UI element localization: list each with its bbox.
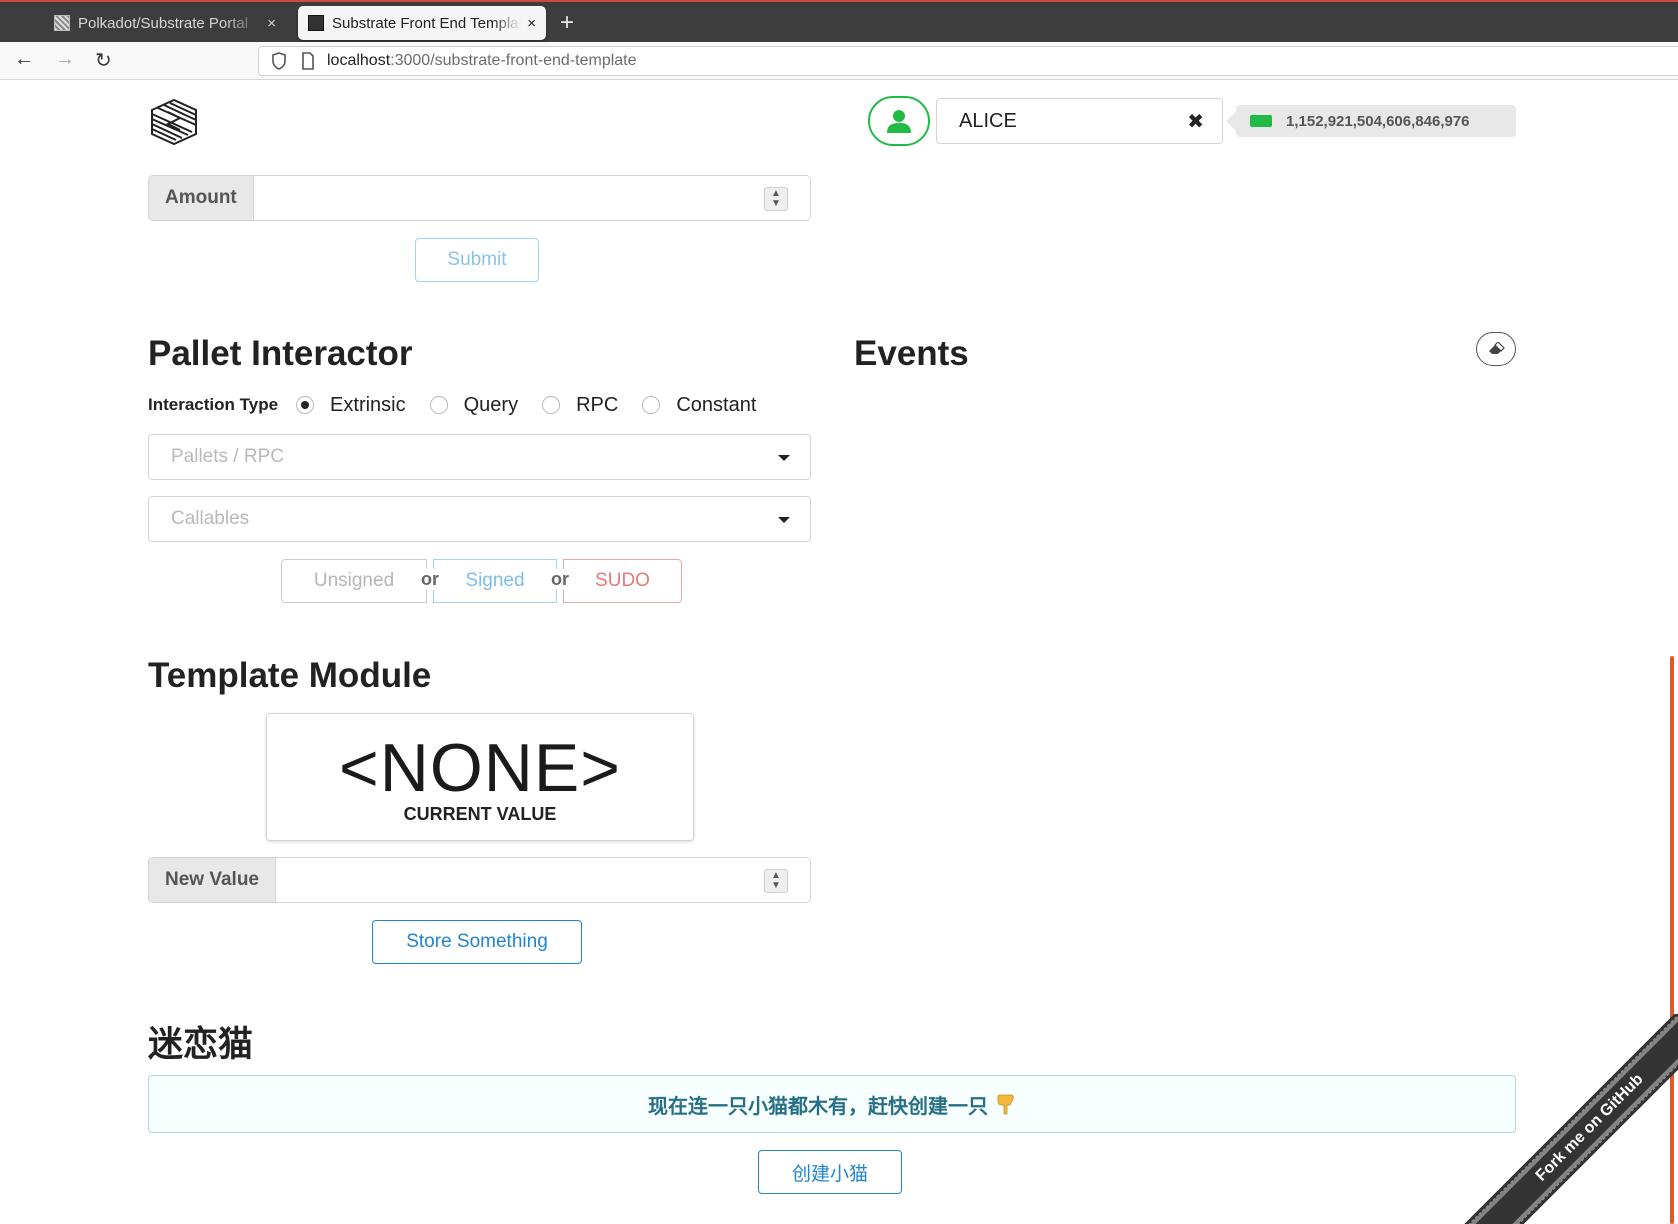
pallets-placeholder: Pallets / RPC (171, 446, 284, 467)
radio-extrinsic[interactable] (296, 396, 315, 414)
number-spinner-icon[interactable]: ▲ ▼ (764, 187, 788, 211)
amount-field[interactable]: Amount ▲ ▼ (148, 175, 811, 221)
balance-value: 1,152,921,504,606,846,976 (1286, 112, 1470, 130)
new-value-input[interactable] (276, 858, 810, 902)
clear-icon[interactable]: ✖ (1187, 109, 1204, 134)
shield-icon (272, 52, 286, 70)
eraser-icon (1489, 342, 1505, 354)
radio-rpc[interactable] (542, 396, 561, 414)
interaction-type-group: Interaction Type Extrinsic Query RPC Con… (148, 392, 780, 418)
radio-label: Constant (676, 393, 757, 416)
events-title: Events (854, 334, 969, 373)
unsigned-button[interactable]: Unsigned (281, 559, 427, 603)
caret-down-icon (778, 517, 790, 523)
tab-close-icon[interactable]: × (267, 15, 276, 32)
tab-title: Substrate Front End Template (332, 14, 522, 32)
current-value-label: CURRENT VALUE (403, 804, 557, 824)
substrate-logo (148, 98, 200, 151)
clear-events-button[interactable] (1476, 332, 1516, 366)
radio-label: Extrinsic (330, 393, 406, 416)
browser-tab-bar: Polkadot/Substrate Portal × Substrate Fr… (0, 0, 1678, 42)
radio-label: RPC (576, 393, 619, 416)
create-kitty-button[interactable]: 创建小猫 (758, 1150, 902, 1194)
pallets-dropdown[interactable]: Pallets / RPC (148, 434, 811, 480)
polkadot-favicon-icon (54, 15, 70, 31)
template-module-title: Template Module (148, 656, 432, 695)
callables-placeholder: Callables (171, 508, 250, 529)
tab-substrate-template[interactable]: Substrate Front End Template × (298, 6, 546, 40)
url-host: localhost (327, 52, 391, 69)
fork-me-ribbon-text[interactable]: Fork me on GitHub (1464, 1014, 1678, 1224)
sudo-button[interactable]: SUDO (563, 559, 682, 603)
radio-label: Query (463, 393, 519, 416)
new-tab-button[interactable]: + (560, 8, 574, 38)
number-spinner-icon[interactable]: ▲ ▼ (764, 869, 788, 893)
url-path: :3000/substrate-front-end-template (390, 52, 637, 69)
submit-button[interactable]: Submit (415, 238, 539, 282)
url-bar[interactable]: localhost:3000/substrate-front-end-templ… (258, 46, 1678, 76)
radio-constant[interactable] (642, 396, 661, 414)
substrate-favicon-icon (308, 15, 324, 31)
no-kitties-text: 现在连一只小猫都木有，赶快创建一只 (648, 1095, 988, 1118)
tab-polkadot-portal[interactable]: Polkadot/Substrate Portal × (44, 6, 286, 40)
page-icon (302, 52, 314, 70)
browser-nav-bar: ← → ↻ localhost:3000/substrate-front-end… (0, 42, 1678, 80)
account-name: ALICE (959, 109, 1017, 132)
forward-arrow-icon[interactable]: → (55, 48, 75, 71)
radio-query[interactable] (429, 396, 448, 414)
tab-title: Polkadot/Substrate Portal (78, 14, 249, 32)
user-icon (887, 110, 911, 133)
no-kitties-message: 现在连一只小猫都木有，赶快创建一只 (148, 1075, 1516, 1133)
account-copy-button[interactable] (868, 96, 930, 146)
money-icon (1250, 115, 1272, 127)
pointing-down-emoji-icon (997, 1094, 1014, 1115)
callables-dropdown[interactable]: Callables (148, 496, 811, 542)
tab-close-icon[interactable]: × (527, 15, 536, 32)
github-ribbon[interactable]: Fork me on GitHub (1448, 1014, 1678, 1224)
amount-input[interactable] (253, 176, 810, 220)
tx-button-group: Unsigned or Signed or SUDO (281, 559, 682, 603)
store-something-button[interactable]: Store Something (372, 920, 582, 964)
balance-label: 1,152,921,504,606,846,976 (1236, 105, 1516, 137)
current-value-card: <NONE> CURRENT VALUE (266, 713, 694, 841)
interaction-type-label: Interaction Type (148, 395, 279, 414)
account-selector[interactable]: ALICE ✖ (936, 98, 1223, 144)
back-arrow-icon[interactable]: ← (14, 48, 34, 71)
pallet-interactor-title: Pallet Interactor (148, 334, 413, 373)
reload-icon[interactable]: ↻ (95, 48, 112, 73)
current-value: <NONE> (339, 730, 621, 806)
new-value-label: New Value (149, 858, 276, 902)
caret-down-icon (778, 455, 790, 461)
kitties-title: 迷恋猫 (148, 1025, 254, 1064)
signed-button[interactable]: Signed (433, 559, 557, 603)
new-value-field[interactable]: New Value ▲ ▼ (148, 857, 811, 903)
amount-label: Amount (149, 176, 254, 220)
